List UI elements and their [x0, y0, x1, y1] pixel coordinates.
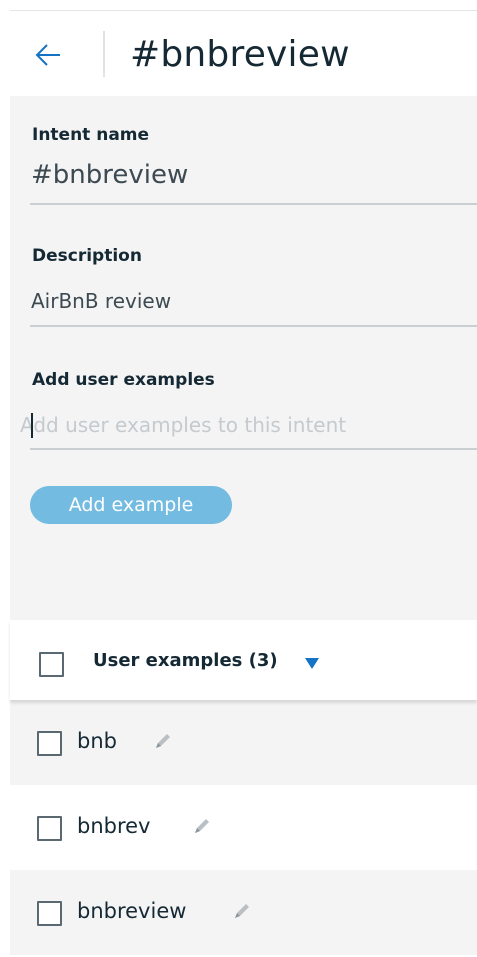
- row-checkbox[interactable]: [37, 816, 62, 841]
- pencil-icon[interactable]: [192, 816, 212, 836]
- intent-name-label: Intent name: [32, 125, 150, 145]
- user-examples-header: User examples (3): [10, 620, 477, 700]
- pencil-icon[interactable]: [153, 731, 173, 751]
- example-text: bnbreview: [77, 899, 187, 923]
- description-underline: [30, 325, 477, 327]
- header-divider: [103, 31, 105, 77]
- user-example-input[interactable]: [20, 405, 467, 445]
- user-example-underline: [30, 448, 477, 450]
- pencil-icon[interactable]: [232, 901, 252, 921]
- row-checkbox[interactable]: [37, 731, 62, 756]
- text-cursor: [31, 413, 33, 438]
- description-field[interactable]: AirBnB review: [31, 289, 171, 313]
- list-item: bnbrev: [10, 785, 477, 870]
- user-examples-label: Add user examples: [32, 370, 215, 390]
- description-label: Description: [32, 246, 142, 266]
- list-item: bnb: [10, 700, 477, 785]
- add-example-button[interactable]: Add example: [30, 486, 232, 524]
- intent-name-field[interactable]: #bnbreview: [31, 160, 188, 190]
- intent-name-underline: [30, 203, 477, 205]
- page-title: #bnbreview: [130, 34, 350, 75]
- intent-editor-page: #bnbreview Intent name #bnbreview Descri…: [0, 0, 477, 957]
- user-examples-count-label: User examples (3): [93, 650, 278, 671]
- list-item: bnbreview: [10, 870, 477, 955]
- row-checkbox[interactable]: [37, 901, 62, 926]
- arrow-left-icon[interactable]: [34, 41, 64, 69]
- back-button[interactable]: [34, 41, 64, 69]
- example-text: bnb: [77, 729, 117, 753]
- sort-down-triangle-icon[interactable]: [305, 658, 319, 669]
- example-text: bnbrev: [77, 814, 151, 838]
- intent-form: Intent name #bnbreview Description AirBn…: [10, 96, 477, 620]
- select-all-checkbox[interactable]: [39, 652, 64, 677]
- intent-header: #bnbreview: [10, 10, 477, 96]
